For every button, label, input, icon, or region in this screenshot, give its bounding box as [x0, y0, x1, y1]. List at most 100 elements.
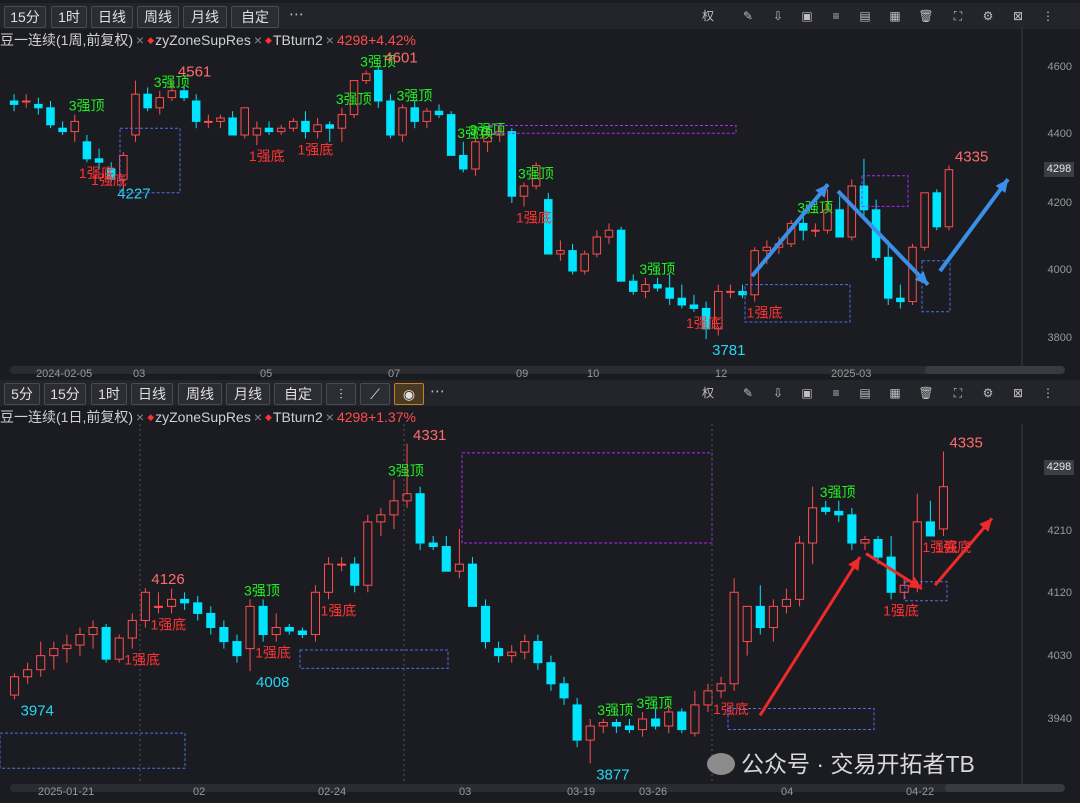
bottom-scrollbar[interactable]	[10, 784, 1020, 792]
candle-body	[847, 514, 857, 544]
trash-icon[interactable]: 🗑	[918, 385, 934, 401]
period-daily-button[interactable]: 日线	[131, 383, 173, 405]
zone-top-label: 3强顶	[637, 695, 673, 711]
layout-icon[interactable]: ▦	[887, 385, 903, 401]
download-icon[interactable]: ⇩	[770, 8, 786, 24]
candle-body	[434, 110, 444, 116]
pencil-icon[interactable]: ✎	[740, 385, 756, 401]
candle-body	[896, 297, 905, 303]
sliders-icon[interactable]: ≡	[828, 8, 844, 24]
candle-body	[49, 648, 59, 657]
candle-body	[9, 100, 19, 105]
candle-body	[677, 297, 687, 306]
top-chart[interactable]: 3强顶3强顶3强顶3强顶3强顶3强顶3强顶3强顶3强顶3强顶1强底1强底1强底 1…	[0, 27, 1030, 367]
zone-bottom-label: 1强底	[321, 602, 357, 618]
close-x-icon[interactable]: ×	[254, 409, 262, 425]
zone-bottom-label: 1强底	[747, 305, 783, 321]
draw-tool-icon[interactable]: ⟋	[360, 383, 390, 405]
more-vertical-icon[interactable]: ⋮	[1040, 385, 1056, 401]
candle-body	[665, 287, 674, 299]
candle-body	[912, 521, 922, 586]
candle-body	[480, 605, 491, 643]
period-weekly-button[interactable]: 周线	[137, 6, 179, 28]
bottom-indicator-1[interactable]: zyZoneSupRes	[155, 409, 251, 425]
low-annotation: 3974	[21, 702, 54, 719]
pencil-icon[interactable]: ✎	[740, 8, 756, 24]
bottom-ytick: 4120	[1047, 587, 1072, 599]
zone-bottom-label: 1强底	[297, 141, 333, 157]
candle-body	[886, 556, 896, 593]
period-15m-button[interactable]: 15分	[44, 383, 86, 405]
candle-body	[127, 619, 137, 639]
eye-icon[interactable]: ◉	[394, 383, 424, 405]
low-annotation: 3877	[596, 766, 629, 783]
period-1h-button[interactable]: 1时	[91, 383, 127, 405]
bottom-chart[interactable]: 3强顶3强顶3强顶 3强顶3强顶1强底1强底1强底1强底1强底1强底1强底1强底4…	[0, 424, 1030, 784]
layout-icon[interactable]: ▦	[887, 8, 903, 24]
template-icon[interactable]: ▤	[857, 385, 873, 401]
candle-body	[313, 124, 322, 133]
candle-style-icon[interactable]: ⫶	[326, 383, 356, 405]
settings-icon[interactable]: ⚙	[980, 385, 996, 401]
period-custom-button[interactable]: 自定	[231, 6, 279, 28]
trash-icon[interactable]: 🗑	[918, 8, 934, 24]
zone-bottom-label: 1强底	[516, 209, 552, 225]
candle-body	[206, 612, 216, 628]
candle-body	[70, 120, 80, 133]
download-icon[interactable]: ⇩	[770, 385, 786, 401]
period-weekly-button[interactable]: 周线	[178, 383, 222, 405]
candle-body	[729, 591, 739, 685]
support-zone-box	[119, 127, 181, 194]
watermark-text: 公众号 · 交易开拓者TB	[741, 751, 975, 777]
candle-body	[519, 185, 529, 197]
trend-arrow	[758, 556, 862, 717]
candle-body	[389, 500, 399, 516]
candle-body	[9, 676, 20, 696]
candle-body	[374, 69, 383, 102]
close-x-icon[interactable]: ×	[136, 409, 144, 425]
period-monthly-button[interactable]: 月线	[226, 383, 270, 405]
fullscreen-icon[interactable]: ⛶	[950, 8, 966, 24]
zone-top-label: 3强顶	[518, 166, 554, 182]
period-daily-button[interactable]: 日线	[91, 6, 133, 28]
support-zone-box	[727, 707, 875, 731]
candle-body	[899, 584, 909, 593]
candle-body	[446, 114, 456, 156]
candle-body	[944, 169, 954, 228]
candle-body	[637, 718, 648, 731]
period-5m-button[interactable]: 5分	[4, 383, 40, 405]
period-15m-button[interactable]: 15分	[4, 6, 46, 28]
adjust-right-icon[interactable]: 权	[700, 385, 716, 401]
template-icon[interactable]: ▤	[857, 8, 873, 24]
wechat-logo-icon	[707, 753, 735, 775]
top-xtick: 2025-03	[831, 368, 872, 380]
adjust-right-icon[interactable]: 权	[700, 8, 716, 24]
period-1h-button[interactable]: 1时	[51, 6, 87, 28]
settings-icon[interactable]: ⚙	[980, 8, 996, 24]
period-monthly-button[interactable]: 月线	[183, 6, 227, 28]
more-icon[interactable]: ⋯	[289, 5, 304, 23]
image-icon[interactable]: ▣	[799, 385, 815, 401]
top-scroll-thumb[interactable]	[925, 366, 1065, 374]
bottom-xtick: 04	[781, 786, 794, 798]
fullscreen-icon[interactable]: ⛶	[950, 385, 966, 401]
close-icon[interactable]: ⊠	[1010, 385, 1026, 401]
more-vertical-icon[interactable]: ⋮	[1040, 8, 1056, 24]
period-custom-button[interactable]: 自定	[274, 383, 322, 405]
bottom-scroll-thumb[interactable]	[945, 784, 1065, 792]
sliders-icon[interactable]: ≡	[828, 385, 844, 401]
zone-bottom-label: 1强底	[255, 645, 291, 661]
image-icon[interactable]: ▣	[799, 8, 815, 24]
bottom-indicator-2[interactable]: TBturn2	[273, 409, 323, 425]
close-x-icon[interactable]: ×	[326, 409, 334, 425]
candle-body	[258, 605, 268, 636]
more-icon[interactable]: ⋯	[430, 382, 445, 400]
candle-body	[507, 131, 517, 197]
low-annotation: 4008	[256, 674, 289, 691]
watermark: 公众号 · 交易开拓者TB	[707, 745, 975, 779]
candle-body	[873, 539, 883, 558]
resistance-zone-box	[461, 452, 713, 544]
candle-body	[94, 158, 104, 163]
close-icon[interactable]: ⊠	[1010, 8, 1026, 24]
candle-body	[325, 124, 335, 129]
